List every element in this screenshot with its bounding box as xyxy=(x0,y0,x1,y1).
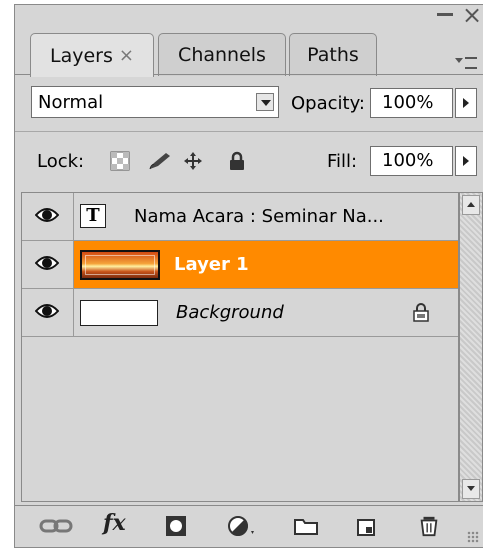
lock-all-icon[interactable] xyxy=(227,151,247,171)
visibility-toggle[interactable] xyxy=(22,241,74,288)
eye-icon xyxy=(35,256,59,270)
layer-row[interactable]: T Nama Acara : Seminar Na... xyxy=(22,193,458,241)
layer-row[interactable]: Layer 1 xyxy=(22,241,458,289)
eye-icon xyxy=(35,208,59,222)
chevron-down-icon[interactable] xyxy=(256,93,274,111)
tab-layers[interactable]: Layers × xyxy=(30,33,154,77)
delete-icon[interactable] xyxy=(418,515,440,537)
layer-thumbnail xyxy=(80,300,158,326)
scroll-down-button[interactable] xyxy=(462,479,480,499)
toolbar-divider xyxy=(15,505,483,506)
tab-channels[interactable]: Channels xyxy=(158,33,286,76)
layers-scrollbar[interactable] xyxy=(459,192,483,502)
fill-slider-button[interactable] xyxy=(455,146,477,176)
blend-mode-value: Normal xyxy=(38,92,104,113)
eye-icon xyxy=(35,304,59,318)
tab-paths[interactable]: Paths xyxy=(289,33,377,76)
layers-panel: Layers × Channels Paths × Normal Opacity… xyxy=(14,1,483,548)
fx-icon[interactable]: fx xyxy=(103,510,126,536)
divider xyxy=(15,131,483,132)
opacity-slider-button[interactable] xyxy=(455,88,477,118)
layer-name[interactable]: Nama Acara : Seminar Na... xyxy=(134,206,384,227)
visibility-toggle[interactable] xyxy=(22,289,74,336)
minimize-icon[interactable] xyxy=(437,13,453,16)
add-mask-icon[interactable] xyxy=(165,515,187,537)
tab-close-icon[interactable]: × xyxy=(119,45,134,66)
new-group-icon[interactable] xyxy=(293,515,319,537)
lock-position-icon[interactable] xyxy=(183,151,203,171)
new-layer-icon[interactable] xyxy=(355,515,377,537)
opacity-label: Opacity: xyxy=(291,93,365,114)
opacity-input[interactable]: 100% xyxy=(370,88,453,118)
close-icon[interactable]: × xyxy=(462,1,482,29)
tab-paths-label: Paths xyxy=(307,44,359,66)
text-layer-icon: T xyxy=(80,204,106,228)
layers-list: T Nama Acara : Seminar Na... Layer 1 Bac… xyxy=(21,192,459,502)
layer-name[interactable]: Background xyxy=(176,302,284,323)
link-layers-icon[interactable] xyxy=(39,515,73,537)
lock-icon xyxy=(413,303,429,322)
lock-transparent-icon[interactable] xyxy=(110,151,130,171)
fill-input[interactable]: 100% xyxy=(370,146,453,176)
lock-image-icon[interactable] xyxy=(148,151,172,171)
layer-name[interactable]: Layer 1 xyxy=(174,254,249,275)
scroll-up-button[interactable] xyxy=(462,195,480,215)
adjustment-layer-icon[interactable] xyxy=(227,515,257,537)
panel-tabs: Layers × Channels Paths × xyxy=(15,1,483,77)
layer-thumbnail xyxy=(80,250,160,280)
blend-mode-select[interactable]: Normal xyxy=(31,86,279,118)
lock-label: Lock: xyxy=(37,151,85,172)
visibility-toggle[interactable] xyxy=(22,193,74,240)
tab-layers-label: Layers xyxy=(50,44,113,67)
panel-menu-icon[interactable] xyxy=(455,53,478,69)
fill-label: Fill: xyxy=(327,151,358,172)
layer-row[interactable]: Background xyxy=(22,289,458,337)
resize-grip[interactable] xyxy=(467,531,479,543)
tab-channels-label: Channels xyxy=(178,44,266,66)
